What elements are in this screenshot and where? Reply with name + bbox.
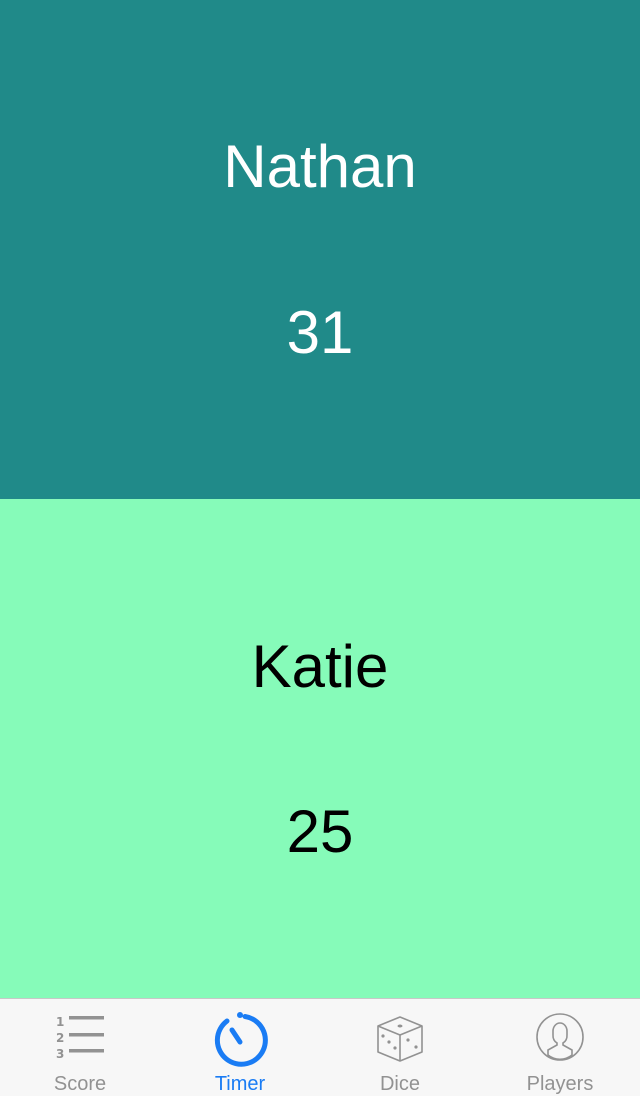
svg-text:1: 1 bbox=[56, 1015, 64, 1029]
tab-label: Timer bbox=[214, 1073, 266, 1095]
player-name: Nathan bbox=[223, 133, 417, 200]
person-circle-icon bbox=[530, 1009, 590, 1069]
svg-text:3: 3 bbox=[56, 1047, 64, 1061]
tab-bar: 1 2 3 Score Timer Dice Players bbox=[0, 998, 640, 1096]
tab-timer[interactable]: Timer bbox=[160, 999, 320, 1096]
svg-text:2: 2 bbox=[56, 1031, 64, 1045]
stopwatch-icon bbox=[210, 1009, 270, 1069]
tab-players[interactable]: Players bbox=[480, 999, 640, 1096]
dice-icon bbox=[370, 1009, 430, 1069]
player-score: 31 bbox=[286, 299, 354, 366]
tab-dice[interactable]: Dice bbox=[320, 999, 480, 1096]
player-name: Katie bbox=[251, 633, 389, 700]
player-panel-nathan[interactable]: Nathan 31 bbox=[0, 0, 640, 499]
tab-label: Score bbox=[53, 1073, 107, 1095]
tab-score[interactable]: 1 2 3 Score bbox=[0, 999, 160, 1096]
numbered-list-icon: 1 2 3 bbox=[50, 1009, 110, 1069]
player-score: 25 bbox=[286, 798, 354, 865]
tab-label: Dice bbox=[379, 1073, 420, 1095]
player-panel-katie[interactable]: Katie 25 bbox=[0, 499, 640, 998]
app-screen: Nathan 31 Katie 25 1 2 3 Score Timer Dic… bbox=[0, 0, 640, 1096]
tab-label: Players bbox=[526, 1073, 594, 1095]
